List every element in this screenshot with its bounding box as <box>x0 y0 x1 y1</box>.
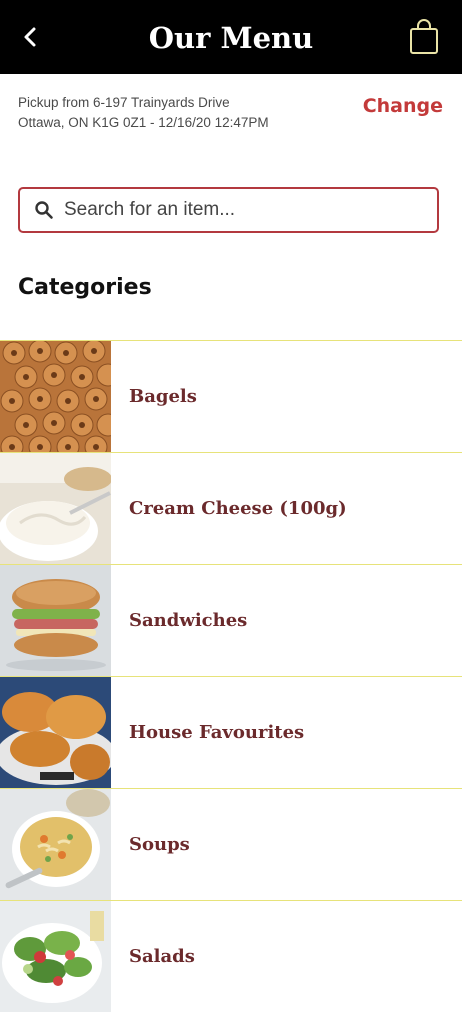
category-item-house-favourites[interactable]: House Favourites <box>0 676 462 788</box>
salads-image <box>0 901 111 1012</box>
category-label: Salads <box>129 946 195 967</box>
category-label: Bagels <box>129 386 197 407</box>
category-list: Bagels Cream Cheese (100g) Sandwiches Ho… <box>0 340 462 1012</box>
page-title: Our Menu <box>148 21 314 55</box>
shopping-bag-icon[interactable] <box>409 19 439 55</box>
category-label: Soups <box>129 834 190 855</box>
category-item-bagels[interactable]: Bagels <box>0 340 462 452</box>
cream-cheese-image <box>0 453 111 564</box>
sandwiches-image <box>0 565 111 676</box>
app-header: Our Menu <box>0 0 462 74</box>
pickup-time-line: Ottawa, ON K1G 0Z1 - 12/16/20 12:47PM <box>18 115 269 130</box>
change-pickup-button[interactable]: Change <box>363 95 443 117</box>
category-item-soups[interactable]: Soups <box>0 788 462 900</box>
search-input[interactable] <box>64 199 427 221</box>
category-label: Sandwiches <box>129 610 248 631</box>
category-item-sandwiches[interactable]: Sandwiches <box>0 564 462 676</box>
category-item-salads[interactable]: Salads <box>0 900 462 1012</box>
house-favourites-image <box>0 677 111 788</box>
category-label: Cream Cheese (100g) <box>129 498 347 519</box>
search-icon <box>35 201 53 219</box>
search-box[interactable] <box>18 187 439 233</box>
soups-image <box>0 789 111 900</box>
category-label: House Favourites <box>129 722 305 743</box>
pickup-info: Pickup from 6-197 Trainyards Drive Ottaw… <box>18 93 348 133</box>
bagels-image <box>0 341 111 452</box>
categories-heading: Categories <box>18 275 152 300</box>
pickup-address-line: Pickup from 6-197 Trainyards Drive <box>18 95 230 110</box>
category-item-cream-cheese[interactable]: Cream Cheese (100g) <box>0 452 462 564</box>
